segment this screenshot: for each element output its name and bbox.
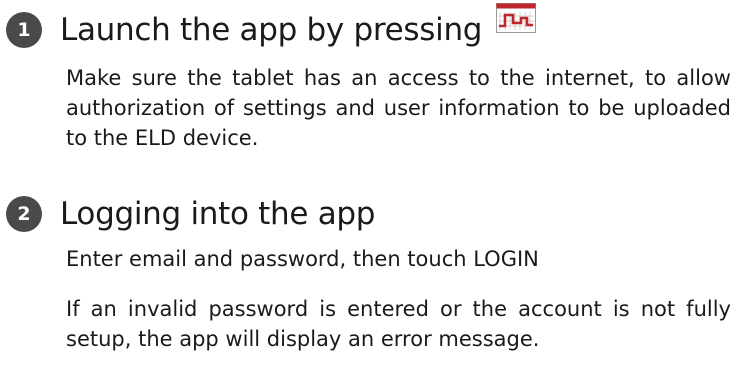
step-title: Logging into the app: [60, 196, 376, 232]
step-2-header: 2 Logging into the app: [6, 192, 375, 236]
instructions-page: { "steps": [ { "number": "1", "title": "…: [0, 0, 753, 383]
step-number-badge: 1: [6, 12, 42, 48]
step-number-badge: 2: [6, 196, 42, 232]
step-title: Launch the app by pressing: [60, 12, 483, 48]
step-1-header: 1 Launch the app by pressing: [6, 3, 537, 52]
eld-app-icon[interactable]: [496, 3, 537, 33]
step-2-instruction: Enter email and password, then touch LOG…: [66, 247, 539, 271]
step-1-description: Make sure the tablet has an access to th…: [66, 66, 731, 150]
step-2-error-note: If an invalid password is entered or the…: [66, 297, 731, 351]
